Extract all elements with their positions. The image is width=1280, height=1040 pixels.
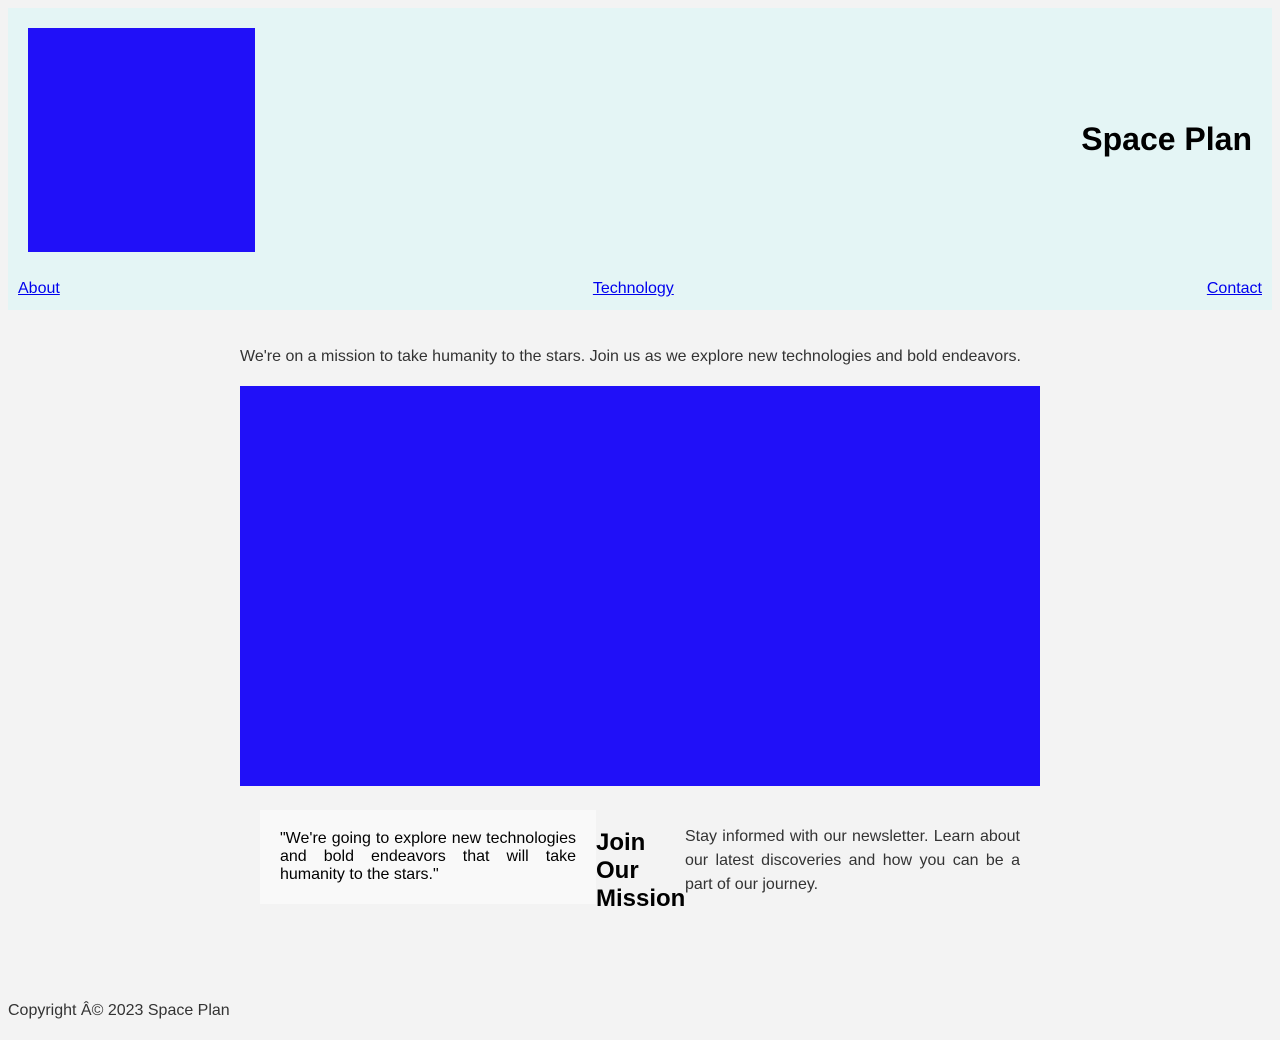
logo-image (28, 28, 255, 252)
hero-image (240, 386, 1040, 786)
site-title: Space Plan (1081, 121, 1252, 157)
mission-quote: "We're going to explore new technologies… (260, 810, 596, 904)
join-heading: Join Our Mission (596, 829, 686, 912)
nav-link-about[interactable]: About (18, 280, 60, 298)
intro-text: We're on a mission to take humanity to t… (240, 348, 1021, 365)
nav-link-technology[interactable]: Technology (593, 280, 674, 298)
site-header: Space Plan About Technology Contact (8, 8, 1272, 310)
main-nav: About Technology Contact (18, 280, 1262, 298)
newsletter-text: Stay informed with our newsletter. Learn… (685, 828, 1020, 893)
footer-copyright: Copyright Â© 2023 Space Plan (8, 1002, 230, 1019)
nav-link-contact[interactable]: Contact (1207, 280, 1262, 298)
